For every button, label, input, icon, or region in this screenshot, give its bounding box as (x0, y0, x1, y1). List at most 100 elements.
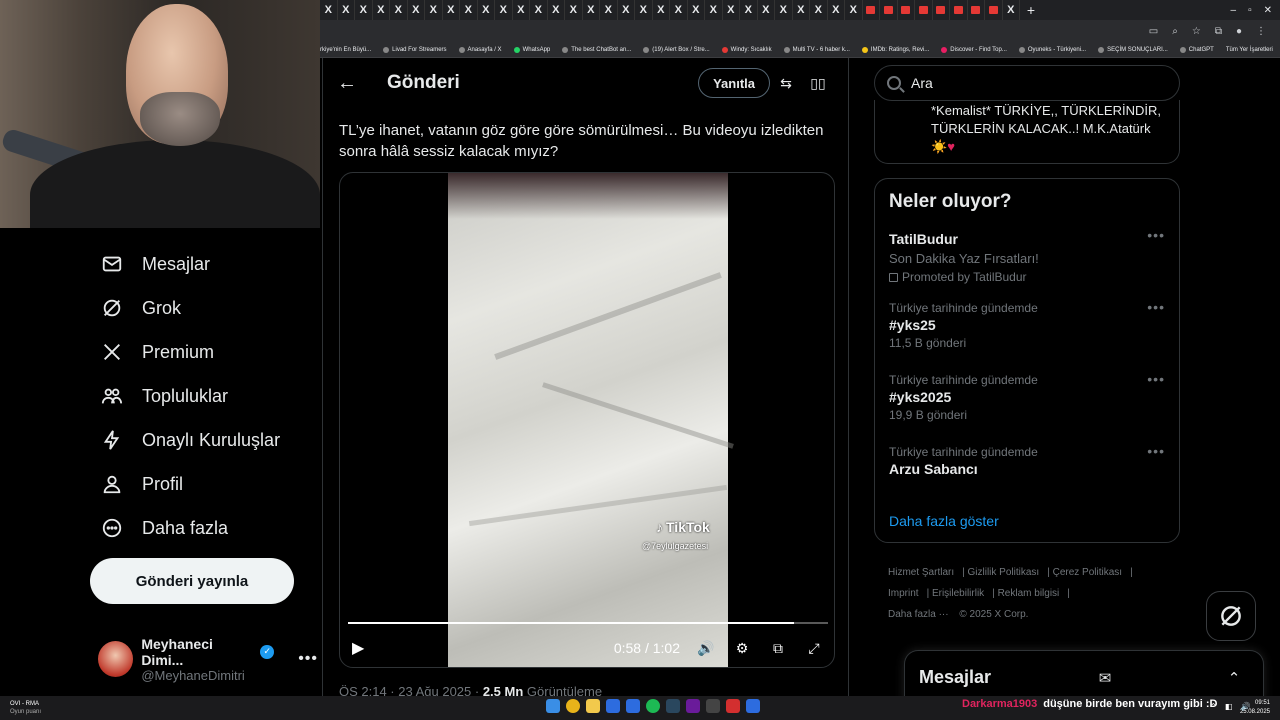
browser-tab-x[interactable]: X (390, 0, 408, 20)
chrome-icon[interactable] (566, 699, 580, 713)
more-dots-icon[interactable]: ••• (1147, 227, 1165, 243)
back-arrow-icon[interactable]: ← (337, 72, 377, 95)
browser-tab-youtube[interactable] (985, 0, 1003, 20)
taskbar-clock[interactable]: 09:51 25.08.2025 (1240, 699, 1270, 717)
bookmark-item[interactable]: The best ChatBot an... (562, 46, 631, 53)
browser-tab-x[interactable]: X (373, 0, 390, 20)
app-icon[interactable] (706, 699, 720, 713)
show-more-link[interactable]: Daha fazla göster (889, 513, 999, 529)
browser-tab-x[interactable]: X (828, 0, 845, 20)
browser-tab-x[interactable]: X (425, 0, 443, 20)
search-input[interactable]: Ara (874, 65, 1180, 101)
browser-tab-x[interactable]: X (618, 0, 635, 20)
footer-link[interactable]: Gizlilik Politikası (968, 567, 1040, 578)
browser-tab-x[interactable]: X (548, 0, 565, 20)
new-tab-button[interactable]: + (1020, 2, 1042, 18)
browser-tab-x[interactable]: X (408, 0, 425, 20)
browser-tab-youtube[interactable] (933, 0, 950, 20)
app-icon[interactable] (626, 699, 640, 713)
video-progress-bar[interactable] (348, 622, 828, 624)
account-switcher[interactable]: Meyhaneci Dimi... ✓ @MeyhaneDimitri ••• (98, 636, 318, 683)
pip-icon[interactable]: ⧉ (768, 640, 788, 657)
browser-tab-youtube[interactable] (863, 0, 880, 20)
zoom-icon[interactable]: ⌕ (1172, 26, 1178, 37)
bookmark-item[interactable]: (19) Alert Box / Stre... (643, 46, 710, 53)
maximize-icon[interactable]: ▫ (1248, 5, 1252, 16)
browser-tab-youtube[interactable] (898, 0, 915, 20)
bookmark-item[interactable]: IMDb: Ratings, Revi... (861, 46, 929, 53)
browser-tab-x[interactable]: X (635, 0, 653, 20)
browser-tab-youtube[interactable] (950, 0, 968, 20)
taskbar-widget[interactable]: OVI - RMA Oyun puanı (0, 700, 41, 716)
browser-tab-x[interactable]: X (583, 0, 600, 20)
browser-tab-x[interactable]: X (845, 0, 863, 20)
more-dots-icon[interactable]: ••• (1147, 371, 1165, 387)
browser-tab-x[interactable]: X (705, 0, 723, 20)
trend-item[interactable]: Türkiye tarihinde gündemde #yks2025 19,9… (875, 363, 1179, 435)
app-icon[interactable] (686, 699, 700, 713)
bookmark-item[interactable]: Windy: Sıcaklık (721, 46, 772, 53)
nav-item-more[interactable]: Daha fazla (88, 506, 318, 550)
nav-item-grok[interactable]: Grok (88, 286, 318, 330)
browser-tab-x[interactable]: X (688, 0, 705, 20)
bookmark-item[interactable]: Multi TV - 6 haber k... (783, 46, 850, 53)
app-icon[interactable] (726, 699, 740, 713)
all-bookmarks[interactable]: Tüm Yer İşaretleri (1226, 47, 1280, 53)
app-icon[interactable] (606, 699, 620, 713)
browser-tab-youtube[interactable] (880, 0, 898, 20)
footer-link[interactable]: Hizmet Şartları (888, 567, 954, 578)
browser-tab-x[interactable]: X (530, 0, 548, 20)
file-explorer-icon[interactable] (586, 699, 600, 713)
browser-menu-icon[interactable]: ⋮ (1256, 26, 1266, 37)
bookmark-item[interactable]: Oyuneks - Türkiyeni... (1018, 46, 1086, 53)
browser-tab-youtube[interactable] (915, 0, 933, 20)
minimize-icon[interactable]: – (1231, 5, 1237, 16)
more-dots-icon[interactable]: ••• (1147, 443, 1165, 459)
reader-mode-icon[interactable]: ▯▯ (802, 75, 834, 92)
footer-link[interactable]: Imprint (888, 588, 919, 599)
video-frame[interactable]: ♪ TikTok @7eylulgazetesi (448, 173, 734, 667)
browser-tab-x[interactable]: X (793, 0, 810, 20)
new-message-icon[interactable]: ✉ (1090, 669, 1120, 687)
nav-item-premium[interactable]: Premium (88, 330, 318, 374)
browser-tab-x[interactable]: X (513, 0, 530, 20)
browser-tab-x[interactable]: X (810, 0, 828, 20)
post-button[interactable]: Gönderi yayınla (90, 558, 294, 604)
browser-tab-x[interactable]: X (723, 0, 740, 20)
nav-item-profile[interactable]: Profil (88, 462, 318, 506)
browser-tab-x[interactable]: X (600, 0, 618, 20)
nav-item-messages[interactable]: Mesajlar (88, 242, 318, 286)
steam-icon[interactable] (666, 699, 680, 713)
browser-tab-x[interactable]: X (355, 0, 373, 20)
browser-tab-x[interactable]: X (495, 0, 513, 20)
trend-item[interactable]: Türkiye tarihinde gündemde #yks25 11,5 B… (875, 291, 1179, 363)
bookmark-item[interactable]: Anasayfa / X (458, 46, 502, 53)
bookmark-item[interactable]: SEÇİM SONUÇLARI... (1098, 46, 1168, 53)
browser-tab-x[interactable]: X (775, 0, 793, 20)
more-dots-icon[interactable]: ••• (298, 650, 318, 668)
more-dots-icon[interactable]: ••• (1147, 299, 1165, 315)
windows-start-icon[interactable] (546, 699, 560, 713)
browser-tab-x[interactable]: X (653, 0, 670, 20)
bookmark-item[interactable]: rkiye'nin En Büyü... (320, 47, 371, 53)
expand-icon[interactable]: ⌃ (1219, 669, 1249, 687)
close-icon[interactable]: ✕ (1264, 5, 1272, 16)
spotify-icon[interactable] (646, 699, 660, 713)
footer-link[interactable]: Çerez Politikası (1053, 567, 1122, 578)
browser-tab-x[interactable]: X (758, 0, 775, 20)
bookmark-item[interactable]: WhatsApp (513, 46, 550, 53)
browser-tab-x[interactable]: X (670, 0, 688, 20)
bookmark-item[interactable]: Discover - Find Top... (941, 46, 1007, 53)
window-controls[interactable]: – ▫ ✕ (1231, 5, 1280, 16)
browser-tab-x[interactable]: X (1003, 0, 1020, 20)
footer-link[interactable]: Erişilebilirlik (932, 588, 984, 599)
profile-icon[interactable]: ● (1236, 26, 1242, 37)
extensions-icon[interactable]: ⧉ (1215, 26, 1222, 37)
browser-tab-x[interactable]: X (565, 0, 583, 20)
browser-tab-x[interactable]: X (338, 0, 355, 20)
sliders-icon[interactable]: ⇆ (770, 75, 802, 92)
bookmark-item[interactable]: ChatGPT (1179, 46, 1214, 53)
fullscreen-icon[interactable]: ⤢ (804, 640, 824, 657)
nav-item-verified-orgs[interactable]: Onaylı Kuruluşlar (88, 418, 318, 462)
trend-item[interactable]: Türkiye tarihinde gündemde Arzu Sabancı … (875, 435, 1179, 507)
